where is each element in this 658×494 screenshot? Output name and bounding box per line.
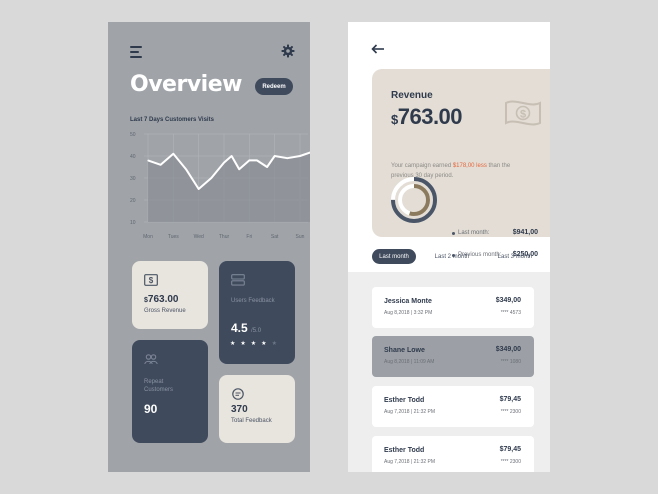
visits-point: [172, 153, 174, 155]
y-tick-label: 10: [130, 220, 136, 226]
visits-point: [160, 164, 162, 166]
visits-point: [256, 159, 258, 161]
visits-point: [185, 168, 187, 170]
users-icon: [144, 354, 158, 365]
gross-revenue-label: Gross Revenue: [144, 308, 186, 314]
x-tick-label: Wed: [194, 234, 204, 240]
transaction-row[interactable]: Esther Todd Aug 7,2018 | 21:32 PM $79,45…: [372, 436, 534, 472]
star-empty-icon: ★: [271, 341, 277, 347]
tab-last-3-month[interactable]: Last 3 month: [493, 249, 537, 264]
back-arrow-icon[interactable]: [371, 44, 385, 54]
x-tick-label: Mon: [143, 234, 153, 240]
users-feedback-label: Users Feedback: [231, 298, 275, 304]
overview-screen: Overview Redeem Last 7 Days Customers Vi…: [108, 22, 310, 472]
visits-point: [238, 168, 240, 170]
banknote-icon: $: [505, 100, 541, 126]
rating-stars: ★ ★ ★ ★ ★: [230, 340, 277, 347]
visits-point: [210, 177, 212, 179]
y-tick-label: 30: [130, 176, 136, 182]
visits-point: [223, 162, 225, 164]
x-tick-label: Sat: [271, 234, 279, 240]
y-tick-label: 50: [130, 132, 136, 138]
star-filled-icon: ★: [261, 341, 267, 347]
star-filled-icon: ★: [230, 341, 236, 347]
menu-icon[interactable]: [130, 46, 144, 58]
gear-icon[interactable]: [281, 44, 295, 58]
visits-area: [148, 152, 310, 222]
gross-revenue-card[interactable]: $ $763.00 Gross Revenue: [132, 261, 208, 329]
repeat-customers-label: Repeat Customers: [144, 379, 174, 393]
tab-last-2-month[interactable]: Last 2 month: [430, 249, 474, 264]
x-tick-label: Thur: [219, 234, 230, 240]
y-tick-label: 20: [130, 198, 136, 204]
revenue-screen: Revenue $763.00 $ Your campaign earned $…: [348, 22, 550, 472]
star-filled-icon: ★: [240, 341, 246, 347]
stat-last-month: Last month: $941,00: [452, 229, 538, 239]
customer-visits-chart: 50 40 30 20 10 Mon Tues Wed Thur Fri Sat Sun: [130, 132, 310, 240]
total-feedback-label: Total Feedback: [231, 418, 272, 424]
x-tick-label: Tues: [168, 234, 179, 240]
users-feedback-card[interactable]: Users Feedback 4.5 /5.0 ★ ★ ★ ★ ★: [219, 261, 295, 364]
x-tick-label: Sun: [296, 234, 305, 240]
revenue-donut-chart: [391, 177, 437, 223]
visits-point: [274, 155, 276, 157]
y-tick-label: 40: [130, 154, 136, 160]
visits-point: [147, 159, 149, 161]
revenue-amount: $763.00: [391, 104, 463, 129]
gross-revenue-value: $763.00: [144, 294, 179, 305]
visits-point: [299, 155, 301, 157]
feedback-icon: [231, 274, 245, 286]
visits-point: [198, 188, 200, 190]
visits-point: [248, 159, 250, 161]
visits-point: [231, 155, 233, 157]
transaction-row[interactable]: Shane Lowe Aug 8,2018 | 11:09 AM $349,00…: [372, 336, 534, 377]
visits-point: [266, 166, 268, 168]
transaction-row[interactable]: Esther Todd Aug 7,2018 | 21:32 PM $79,45…: [372, 386, 534, 427]
tab-last-month[interactable]: Last month: [372, 249, 416, 264]
transaction-row[interactable]: Jessica Monte Aug 8,2018 | 3:32 PM $349,…: [372, 287, 534, 328]
star-filled-icon: ★: [250, 341, 257, 347]
chat-icon: [232, 388, 244, 400]
visits-point: [286, 157, 288, 159]
redeem-button[interactable]: Redeem: [255, 78, 293, 95]
svg-text:$: $: [520, 109, 526, 121]
total-feedback-card[interactable]: 370 Total Feedback: [219, 375, 295, 443]
page-title: Overview: [130, 72, 242, 97]
revenue-difference: $178,00 less: [452, 163, 487, 169]
repeat-customers-card[interactable]: Repeat Customers 90: [132, 340, 208, 443]
money-icon: $: [144, 274, 158, 286]
revenue-title: Revenue: [391, 90, 433, 101]
total-feedback-value: 370: [231, 404, 248, 415]
svg-text:$: $: [149, 276, 154, 285]
repeat-customers-value: 90: [144, 402, 158, 416]
x-tick-label: Fri: [246, 234, 252, 240]
chart-caption: Last 7 Days Customers Visits: [130, 117, 214, 123]
period-tabs: Last month Last 2 month Last 3 month: [372, 249, 550, 265]
feedback-score: 4.5 /5.0: [231, 321, 262, 335]
revenue-card: Revenue $763.00 $ Your campaign earned $…: [372, 69, 550, 258]
